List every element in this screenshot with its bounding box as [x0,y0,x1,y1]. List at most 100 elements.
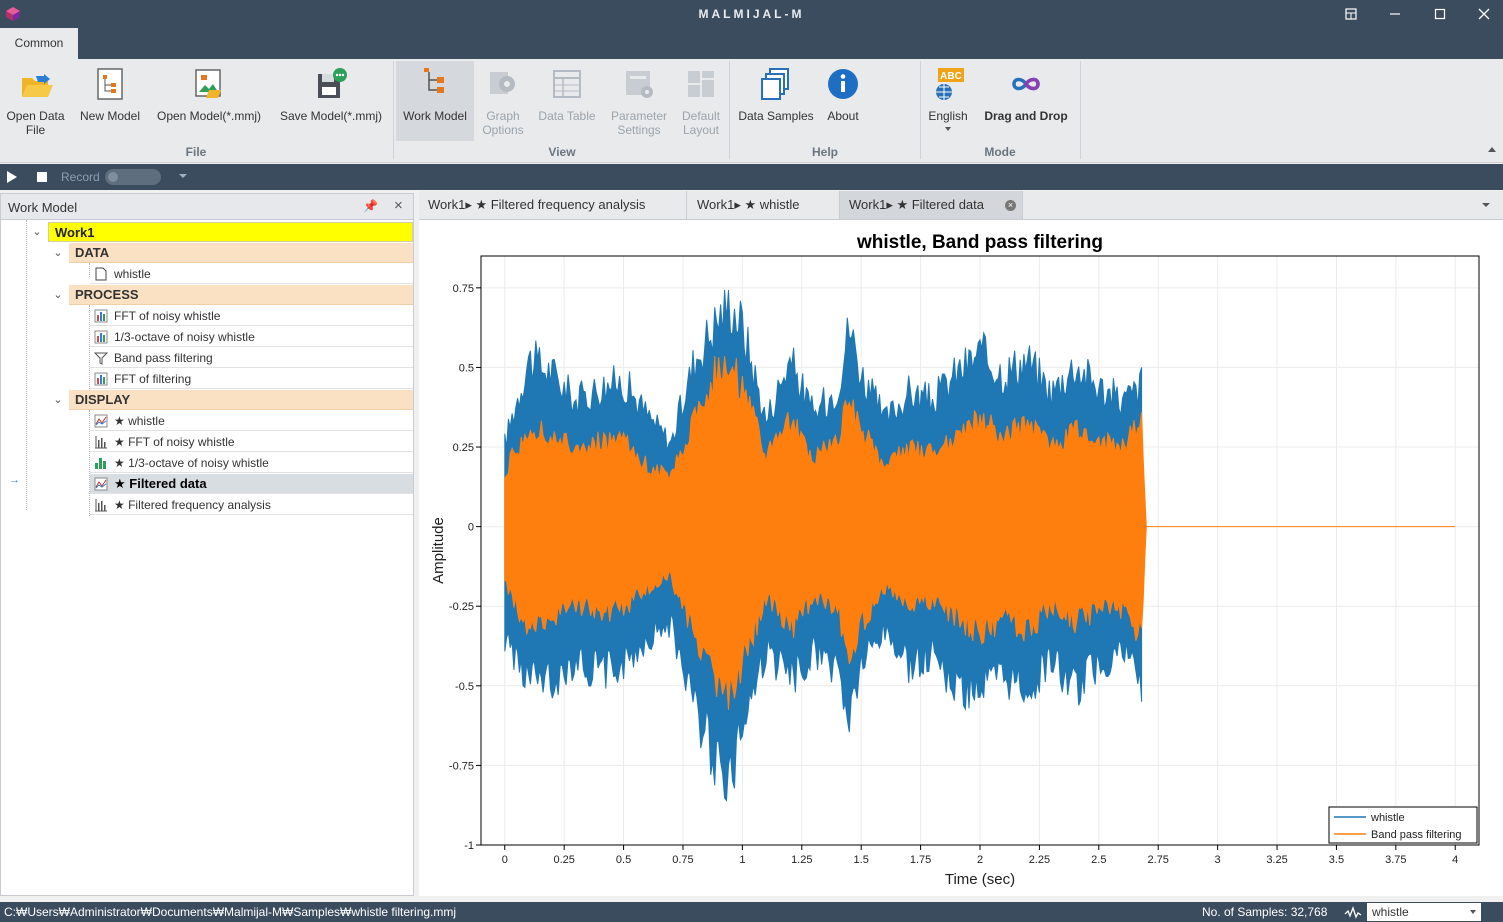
data-table-button[interactable]: Data Table [534,61,600,141]
collapse-root-icon[interactable]: ⌄ [31,222,43,242]
tree-root-work1[interactable]: Work1 [48,222,413,242]
tree-item-display[interactable]: ★ Filtered frequency analysis [90,495,413,515]
play-icon[interactable] [7,171,17,183]
drag-and-drop-button[interactable]: Drag and Drop [976,61,1076,141]
language-button[interactable]: ABC English [925,61,971,141]
default-layout-button[interactable]: Default Layout [676,61,726,141]
tree-item-display[interactable]: ★ whistle [90,411,413,431]
ribbon-separator [393,61,394,159]
file-icon [95,267,107,281]
tab-list-dropdown-icon[interactable] [1482,203,1490,207]
file-group-label: File [185,145,207,159]
data-table-label: Data Table [538,109,596,123]
maximize-icon [1434,8,1446,20]
parameter-settings-icon [626,71,653,98]
maximize-button[interactable] [1429,4,1451,24]
x-tick-label: 3.75 [1385,854,1406,866]
language-icon: ABC [936,68,964,100]
signal-select-value: whistle [1372,905,1409,919]
tree-group-data[interactable]: DATA [69,243,413,263]
current-item-arrow-icon: → [9,474,20,486]
x-tick-label: 0.75 [672,854,693,866]
tree-item-label: ★ Filtered frequency analysis [114,498,271,512]
panel-title: Work Model [8,200,78,215]
signal-select[interactable]: whistle [1367,903,1481,921]
parameter-settings-button[interactable]: Parameter Settings [606,61,672,141]
graph-options-button[interactable]: Graph Options [478,61,528,141]
graph-options-label: Graph Options [482,109,524,137]
x-tick-label: 2 [977,854,983,866]
tree-item-label: 1/3-octave of noisy whistle [114,330,255,344]
tree-item-label: FFT of noisy whistle [114,309,221,323]
save-model-button[interactable]: Save Model(*.mmj) [274,61,388,141]
spectrum-icon [94,330,108,344]
layout-icon [1345,8,1357,20]
collapse-display-icon[interactable]: ⌄ [52,390,64,410]
chevron-down-icon [945,127,951,131]
about-label: About [827,109,859,123]
line-graph-icon [94,477,108,491]
record-dropdown-icon[interactable] [179,174,187,178]
work-model-button[interactable]: Work Model [396,61,474,141]
tab-common[interactable]: Common [0,28,78,59]
y-tick-label: -0.75 [449,760,474,772]
tree-item-display-selected[interactable]: ★ Filtered data [90,474,413,494]
ribbon-tab-strip: Common [0,28,1503,59]
open-model-label: Open Model(*.mmj) [156,109,262,123]
default-layout-label: Default Layout [681,109,721,137]
data-table-icon [553,70,581,98]
tree-item-display[interactable]: ★ FFT of noisy whistle [90,432,413,452]
line-graph-icon [94,414,108,428]
open-folder-icon [21,74,53,97]
x-tick-label: 4 [1452,854,1458,866]
chart-svg[interactable]: whistle, Band pass filtering 0 0.25 0.5 0.75… [419,220,1503,896]
close-icon [1478,8,1490,20]
tab-close-icon[interactable]: × [1005,200,1016,211]
pin-icon[interactable]: 📌 [363,199,378,213]
work-model-panel: Work Model 📌 × ⌄ Work1 ⌄ DATA whistle ⌄ … [0,193,414,896]
panel-close-icon[interactable]: × [394,197,403,214]
tab-filtered-frequency-analysis[interactable]: Work1▸ ★ Filtered frequency analysis [419,191,687,219]
data-samples-icon [761,68,789,100]
restore-layout-button[interactable] [1340,4,1362,24]
x-tick-label: 3.5 [1329,854,1344,866]
bar-graph-icon [95,436,107,449]
tree-group-display[interactable]: DISPLAY [69,390,413,410]
tree-item-display[interactable]: ★ 1/3-octave of noisy whistle [90,453,413,473]
tree-item-process[interactable]: FFT of noisy whistle [90,306,413,326]
tree-item-process[interactable]: 1/3-octave of noisy whistle [90,327,413,347]
language-label: English [928,109,968,123]
record-label: Record [61,170,100,184]
filter-icon [94,352,108,365]
y-tick-label: -0.25 [449,601,474,613]
tab-whistle[interactable]: Work1▸ ★ whistle [688,191,840,219]
chevron-down-icon [1470,910,1476,914]
save-model-icon [318,68,347,98]
tab-filtered-data[interactable]: Work1▸ ★ Filtered data × [840,191,1023,219]
window-title: MALMIJAL-M [698,7,805,21]
new-model-button[interactable]: New Model [75,61,145,141]
open-model-button[interactable]: Open Model(*.mmj) [150,61,268,141]
collapse-data-icon[interactable]: ⌄ [52,243,64,263]
tree-item-process[interactable]: Band pass filtering [90,348,413,368]
x-tick-label: 1.5 [854,854,869,866]
data-samples-button[interactable]: Data Samples [734,61,818,141]
x-tick-label: 0 [502,854,508,866]
ribbon: Open Data File New Model Open Model(*.mm… [0,59,1503,163]
record-toggle[interactable] [105,169,161,185]
about-button[interactable]: About [822,61,864,141]
tree-item-data[interactable]: whistle [90,264,413,284]
document-tab-strip: Work1▸ ★ Filtered frequency analysis Wor… [419,191,1503,220]
open-data-file-button[interactable]: Open Data File [3,61,68,141]
y-tick-label: -1 [464,840,474,852]
infinity-icon [1012,77,1040,91]
tree-item-process[interactable]: FFT of filtering [90,369,413,389]
collapse-ribbon-icon[interactable] [1488,147,1496,152]
close-button[interactable] [1473,4,1495,24]
stop-icon[interactable] [37,172,47,182]
tree-group-process[interactable]: PROCESS [69,285,413,305]
tree-item-label: ★ FFT of noisy whistle [114,435,235,449]
collapse-process-icon[interactable]: ⌄ [52,285,64,305]
minimize-button[interactable] [1384,4,1406,24]
status-bar: C:₩Users₩Administrator₩Documents₩Malmija… [0,902,1503,922]
